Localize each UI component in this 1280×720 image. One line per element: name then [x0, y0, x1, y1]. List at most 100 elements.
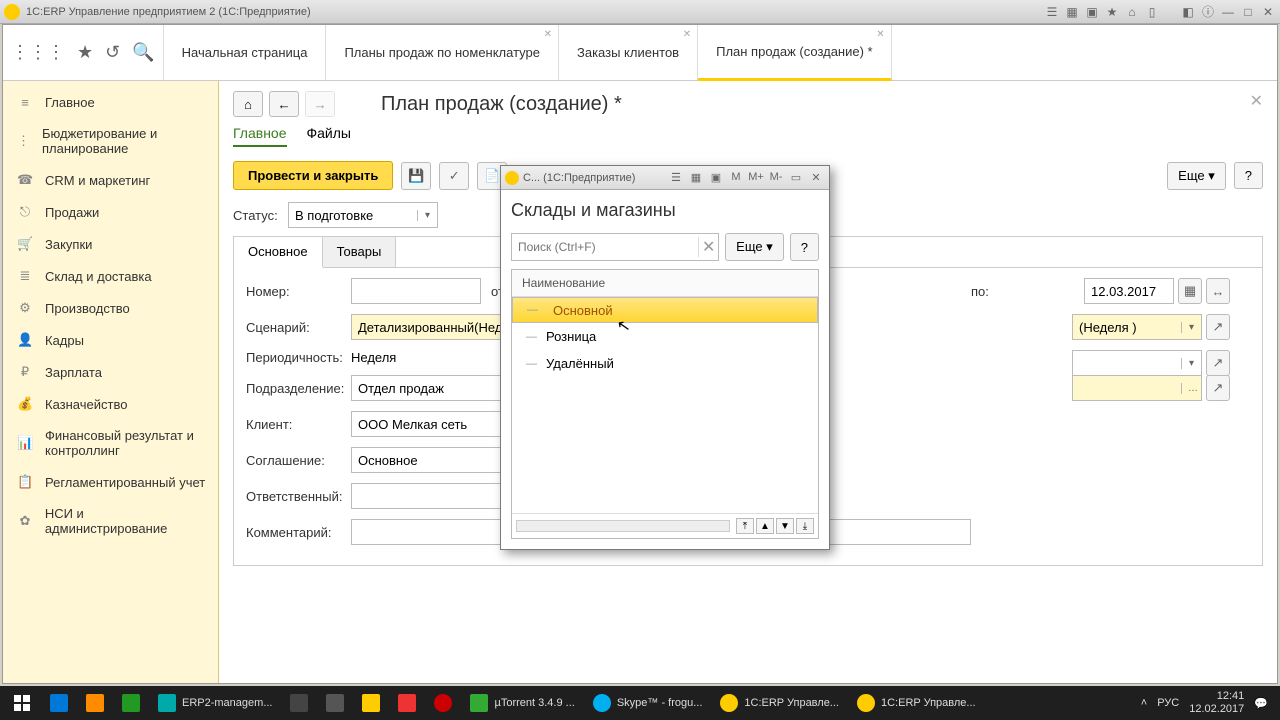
taskbar-item[interactable] — [114, 688, 148, 718]
sidebar-item-treasury[interactable]: 💰Казначейство — [3, 388, 218, 420]
minimize-icon[interactable]: — — [1220, 4, 1236, 20]
sidebar-item-purchases[interactable]: 🛒Закупки — [3, 228, 218, 260]
tray-clock[interactable]: 12:41 12.02.2017 — [1189, 690, 1244, 716]
right-select-3[interactable]: … — [1072, 375, 1202, 401]
popup-item-udalenny[interactable]: Удалённый — [512, 350, 818, 377]
chevron-down-icon[interactable]: ▾ — [1181, 322, 1201, 333]
tab-orders[interactable]: Заказы клиентов✕ — [559, 25, 698, 80]
titlebar-btn[interactable]: ★ — [1104, 4, 1120, 20]
tab-close-icon[interactable]: ✕ — [544, 29, 552, 40]
sidebar-item-warehouse[interactable]: ≣Склад и доставка — [3, 260, 218, 292]
popup-item-osnovnoy[interactable]: Основной — [512, 297, 818, 323]
sidebar-item-salary[interactable]: ₽Зарплата — [3, 356, 218, 388]
popup-hscrollbar[interactable] — [516, 520, 730, 532]
taskbar-item[interactable] — [78, 688, 112, 718]
tab-home[interactable]: Начальная страница — [164, 25, 327, 80]
sidebar-item-admin[interactable]: ✿НСИ и администрирование — [3, 498, 218, 544]
taskbar-item-1c-2[interactable]: 1С:ERP Управле... — [849, 688, 984, 718]
history-icon[interactable]: ↺ — [105, 42, 120, 63]
apps-grid-icon[interactable]: ⋮⋮⋮ — [11, 42, 65, 63]
taskbar-item[interactable] — [282, 688, 316, 718]
number-input[interactable] — [351, 278, 481, 304]
open-icon[interactable]: ↗ — [1206, 314, 1230, 340]
sidebar-item-regulated[interactable]: 📋Регламентированный учет — [3, 466, 218, 498]
taskbar-item[interactable] — [354, 688, 388, 718]
popup-tb-btn[interactable]: ▣ — [707, 170, 725, 185]
sidebar-item-main[interactable]: ≡Главное — [3, 87, 218, 118]
form-tab-main[interactable]: Основное — [234, 237, 323, 268]
nav-first-icon[interactable]: ⤒ — [736, 518, 754, 534]
popup-tb-btn[interactable]: ▭ — [787, 170, 805, 185]
sidebar-item-crm[interactable]: ☎CRM и маркетинг — [3, 164, 218, 196]
taskbar-item[interactable] — [42, 688, 76, 718]
help-button[interactable]: ? — [1234, 162, 1263, 189]
open-icon[interactable]: ↗ — [1206, 350, 1230, 376]
taskbar-item-1c-1[interactable]: 1С:ERP Управле... — [712, 688, 847, 718]
taskbar-item-utorrent[interactable]: µTorrent 3.4.9 ... — [462, 688, 582, 718]
sidebar-item-sales[interactable]: ⎋Продажи — [3, 196, 218, 228]
save-button[interactable]: 💾 — [401, 162, 431, 190]
popup-tb-btn[interactable]: ☰ — [667, 170, 685, 185]
titlebar-btn[interactable]: ⌂ — [1124, 4, 1140, 20]
open-icon[interactable]: ↗ — [1206, 375, 1230, 401]
nav-last-icon[interactable]: ⤓ — [796, 518, 814, 534]
popup-tb-btn[interactable]: ▦ — [687, 170, 705, 185]
ellipsis-icon[interactable]: … — [1181, 383, 1201, 394]
nav-home-button[interactable]: ⌂ — [233, 91, 263, 117]
close-icon[interactable]: ✕ — [1260, 4, 1276, 20]
nav-down-icon[interactable]: ▼ — [776, 518, 794, 534]
right-select-2[interactable]: ▾ — [1072, 350, 1202, 376]
popup-tb-btn[interactable]: M- — [767, 170, 785, 185]
titlebar-info-icon[interactable]: ⓘ — [1200, 4, 1216, 20]
popup-tb-btn[interactable]: M — [727, 170, 745, 185]
taskbar-item-erp2[interactable]: ERP2-managem... — [150, 688, 280, 718]
titlebar-btn[interactable]: ☰ — [1044, 4, 1060, 20]
titlebar-split-icon[interactable]: ◧ — [1180, 4, 1196, 20]
popup-search-input[interactable] — [512, 240, 698, 254]
sync-icon[interactable]: ↔ — [1206, 278, 1230, 304]
calendar-icon[interactable]: ▦ — [1178, 278, 1202, 304]
nav-up-icon[interactable]: ▲ — [756, 518, 774, 534]
chevron-down-icon[interactable]: ▾ — [1181, 358, 1201, 369]
popup-tb-btn[interactable]: M+ — [747, 170, 765, 185]
start-button[interactable] — [4, 688, 40, 718]
tab-close-icon[interactable]: ✕ — [683, 29, 691, 40]
taskbar-item[interactable] — [390, 688, 424, 718]
search-icon[interactable]: 🔍 — [132, 42, 154, 63]
subtab-files[interactable]: Файлы — [307, 125, 351, 147]
sidebar-item-finance[interactable]: 📊Финансовый результат и контроллинг — [3, 420, 218, 466]
to-date-input[interactable] — [1084, 278, 1174, 304]
favorite-star-icon[interactable]: ★ — [77, 42, 93, 63]
tab-plans-nomenclature[interactable]: Планы продаж по номенклатуре✕ — [326, 25, 559, 80]
subtab-main[interactable]: Главное — [233, 125, 287, 147]
popup-more-button[interactable]: Еще ▾ — [725, 233, 784, 261]
tab-sales-plan-new[interactable]: План продаж (создание) *✕ — [698, 25, 892, 81]
taskbar-item[interactable] — [318, 688, 352, 718]
sidebar-item-production[interactable]: ⚙Производство — [3, 292, 218, 324]
taskbar-item[interactable] — [426, 688, 460, 718]
tab-close-icon[interactable]: ✕ — [876, 29, 884, 40]
titlebar-btn[interactable]: ▣ — [1084, 4, 1100, 20]
titlebar-btn[interactable]: ▯ — [1144, 4, 1160, 20]
taskbar-item-skype[interactable]: Skype™ - frogu... — [585, 688, 711, 718]
post-and-close-button[interactable]: Провести и закрыть — [233, 161, 393, 190]
tray-lang[interactable]: РУС — [1157, 697, 1179, 709]
sidebar-item-hr[interactable]: 👤Кадры — [3, 324, 218, 356]
clear-search-icon[interactable]: ✕ — [698, 237, 718, 257]
post-button[interactable]: ✓ — [439, 162, 469, 190]
popup-close-icon[interactable]: ✕ — [807, 170, 825, 185]
maximize-icon[interactable]: □ — [1240, 4, 1256, 20]
content-close-icon[interactable]: ✕ — [1250, 91, 1263, 111]
tray-up-icon[interactable]: ˄ — [1141, 697, 1147, 709]
form-tab-goods[interactable]: Товары — [323, 237, 397, 267]
more-button[interactable]: Еще ▾ — [1167, 162, 1226, 190]
chevron-down-icon[interactable]: ▾ — [417, 210, 437, 221]
scenario-right-select[interactable]: (Неделя ) ▾ — [1072, 314, 1202, 340]
titlebar-btn[interactable]: ▦ — [1064, 4, 1080, 20]
nav-back-button[interactable]: ← — [269, 91, 299, 117]
popup-help-button[interactable]: ? — [790, 233, 819, 261]
status-select[interactable]: В подготовке ▾ — [288, 202, 438, 228]
tray-notifications-icon[interactable]: 💬 — [1254, 697, 1268, 710]
sidebar-item-budgeting[interactable]: ⋮Бюджетирование и планирование — [3, 118, 218, 164]
nav-forward-button[interactable]: → — [305, 91, 335, 117]
